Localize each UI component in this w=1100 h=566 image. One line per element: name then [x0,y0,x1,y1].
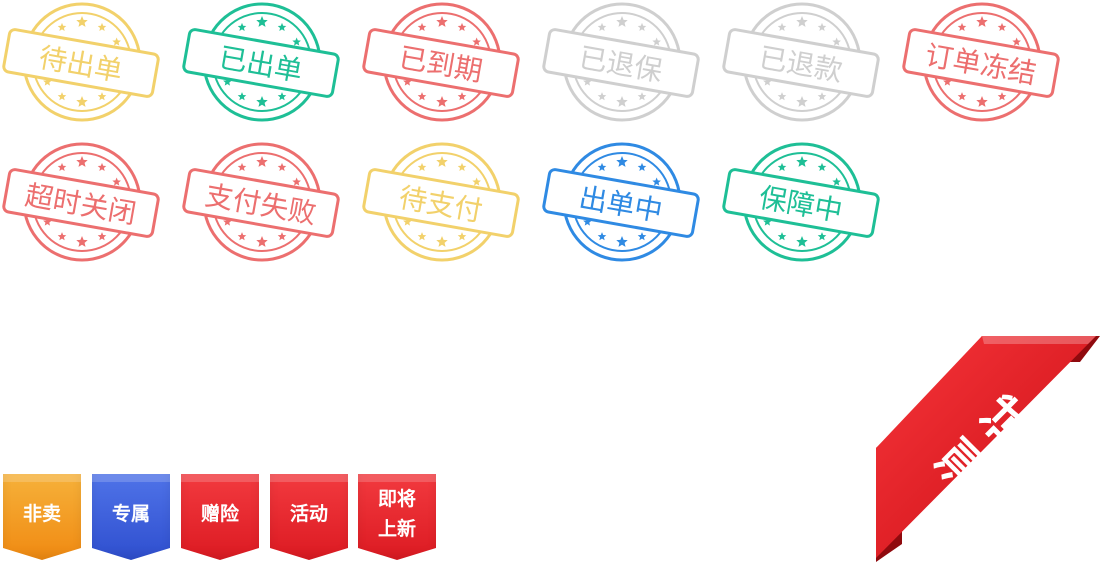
star-icon [637,232,647,241]
star-icon [57,232,67,241]
tag-gift-insurance: 赠险 [181,474,259,560]
stamp-pending-payment: 待支付 [361,142,522,262]
star-icon [616,16,628,27]
star-icon [417,162,427,171]
star-icon [256,16,268,27]
stamp-pending-issue: 待出单 [1,2,162,122]
star-icon [637,162,647,171]
stamp-issued: 已出单 [181,2,342,122]
star-icon [436,156,448,167]
star-icon [76,156,88,167]
star-icon [637,22,647,31]
star-icon [256,96,268,107]
star-icon [777,92,787,101]
ribbon-fold [358,474,436,482]
star-icon [457,92,467,101]
star-icon [97,22,107,31]
star-icon [256,236,268,247]
star-icon [417,232,427,241]
star-icon [277,92,287,101]
star-icon [57,162,67,171]
star-icon [436,236,448,247]
star-icon [417,22,427,31]
star-icon [277,162,287,171]
star-icon [237,232,247,241]
tag-coming-soon: 即将上新 [358,474,436,560]
star-icon [76,96,88,107]
stamp-issuing: 出单中 [541,142,702,262]
stamp-payment-failed: 支付失败 [181,142,342,262]
tag-label: 专属 [112,503,151,525]
ribbon-fold [270,474,348,482]
star-icon [616,156,628,167]
tag-not-for-sale: 非卖 [3,474,81,560]
star-icon [97,92,107,101]
star-icon [616,96,628,107]
star-icon [237,162,247,171]
stamp-refunded: 已退款 [721,2,882,122]
star-icon [57,92,67,101]
star-icon [417,92,427,101]
star-icon [436,16,448,27]
corner-test-ribbon: 测试 [870,330,1100,562]
tag-label: 非卖 [23,503,62,525]
stamp-expired: 已到期 [361,2,522,122]
star-icon [796,16,808,27]
star-icon [76,236,88,247]
tag-exclusive: 专属 [92,474,170,560]
star-icon [796,236,808,247]
star-icon [616,236,628,247]
star-icon [277,22,287,31]
star-icon [237,22,247,31]
star-icon [97,162,107,171]
star-icon [237,92,247,101]
star-icon [976,96,988,107]
star-icon [637,92,647,101]
star-icon [97,232,107,241]
star-icon [976,16,988,27]
star-icon [957,22,967,31]
stamp-order-frozen: 订单冻结 [901,2,1062,122]
tag-label: 活动 [290,503,329,525]
star-icon [817,92,827,101]
star-icon [597,22,607,31]
ribbon-fold [92,474,170,482]
star-icon [777,232,787,241]
tag-promotion: 活动 [270,474,348,560]
star-icon [817,232,827,241]
star-icon [457,162,467,171]
tag-label: 即将上新 [378,488,417,540]
star-icon [76,16,88,27]
stamp-in-coverage: 保障中 [721,142,882,262]
star-icon [777,162,787,171]
star-icon [256,156,268,167]
tag-label: 赠险 [201,503,240,525]
stamp-timeout-closed: 超时关闭 [1,142,162,262]
star-icon [796,96,808,107]
star-icon [57,22,67,31]
star-icon [436,96,448,107]
star-icon [817,162,827,171]
star-icon [597,92,607,101]
star-icon [777,22,787,31]
star-icon [997,92,1007,101]
star-icon [457,232,467,241]
ribbon-fold [181,474,259,482]
star-icon [817,22,827,31]
star-icon [597,162,607,171]
star-icon [597,232,607,241]
star-icon [957,92,967,101]
star-icon [796,156,808,167]
ribbon-fold [3,474,81,482]
star-icon [457,22,467,31]
star-icon [277,232,287,241]
star-icon [997,22,1007,31]
stamp-surrendered: 已退保 [541,2,702,122]
